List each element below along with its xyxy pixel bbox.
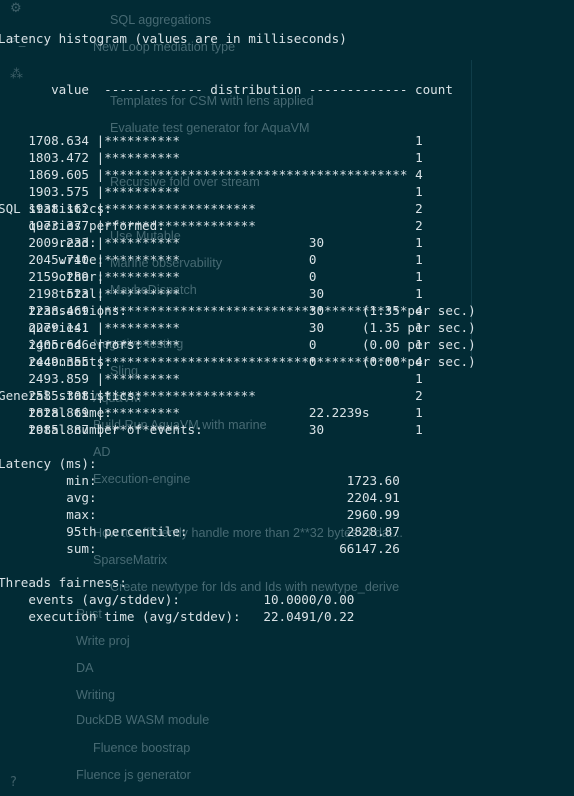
output-line: total number of events: 30 xyxy=(0,422,325,437)
histogram-row: 1803.472 |********** 1 xyxy=(0,149,574,166)
histogram-bar: ********** xyxy=(104,150,181,165)
output-line: execution time (avg/stddev): 22.0491/0.2… xyxy=(0,609,355,624)
histogram-indent xyxy=(0,184,28,199)
histogram-bar: ********** xyxy=(104,184,181,199)
output-line: events (avg/stddev): 10.0000/0.00 xyxy=(0,592,355,607)
list-item[interactable]: DA xyxy=(76,661,94,675)
histogram-header: value ------------- distribution -------… xyxy=(0,82,453,97)
histogram-count: 1 xyxy=(415,269,423,284)
help-icon: ? xyxy=(10,775,17,790)
output-line: total: 30 xyxy=(0,286,325,301)
terminal-output: Latency histogram (values are in millise… xyxy=(0,0,574,624)
histogram-separator: | xyxy=(89,371,105,386)
histogram-count: 2 xyxy=(415,201,423,216)
output-line: min: 1723.60 xyxy=(0,473,400,488)
histogram-value: 1803.472 xyxy=(28,150,90,165)
histogram-pad xyxy=(407,167,415,182)
histogram-count: 1 xyxy=(415,150,423,165)
output-line: Threads fairness: xyxy=(0,575,127,590)
histogram-value: 2493.859 xyxy=(28,371,90,386)
histogram-separator: | xyxy=(89,150,105,165)
histogram-separator: | xyxy=(89,167,105,182)
histogram-pad xyxy=(256,218,415,233)
output-line: reconnects: 0 (0.00 per sec.) xyxy=(0,354,476,369)
list-item[interactable]: Writing xyxy=(76,688,115,702)
histogram-count: 1 xyxy=(415,405,423,420)
histogram-count: 1 xyxy=(415,286,423,301)
histogram-row: 1869.605 |******************************… xyxy=(0,166,574,183)
list-item[interactable]: Write proj xyxy=(76,634,130,648)
histogram-indent xyxy=(0,133,28,148)
histogram-count: 2 xyxy=(415,218,423,233)
output-line: queries: 30 (1.35 per sec.) xyxy=(0,320,476,335)
output-line: write: 0 xyxy=(0,252,317,267)
histogram-count: 2 xyxy=(415,388,423,403)
histogram-pad xyxy=(180,133,415,148)
histogram-count: 1 xyxy=(415,133,423,148)
histogram-value: 1903.575 xyxy=(28,184,90,199)
histogram-bar: **************************************** xyxy=(104,167,408,182)
histogram-pad xyxy=(256,201,415,216)
histogram-count: 1 xyxy=(415,371,423,386)
histogram-indent xyxy=(0,167,28,182)
histogram-count: 1 xyxy=(415,184,423,199)
output-line: other: 0 xyxy=(0,269,317,284)
histogram-pad xyxy=(180,371,415,386)
histogram-separator: | xyxy=(89,133,105,148)
histogram-indent xyxy=(0,150,28,165)
list-item[interactable]: DuckDB WASM module xyxy=(76,713,209,727)
output-line: max: 2960.99 xyxy=(0,507,400,522)
output-line: read: 30 xyxy=(0,235,325,250)
histogram-pad xyxy=(180,184,415,199)
histogram-value: 1869.605 xyxy=(28,167,90,182)
histogram-pad xyxy=(256,388,415,403)
histogram-indent xyxy=(0,371,28,386)
list-item[interactable]: Fluence js generator xyxy=(76,768,191,782)
histogram-title: Latency histogram (values are in millise… xyxy=(0,31,347,46)
output-line: Latency (ms): xyxy=(0,456,97,471)
histogram-row: 1708.634 |********** 1 xyxy=(0,132,574,149)
output-line: total time: 22.2239s xyxy=(0,405,370,420)
output-line: transactions: 30 (1.35 per sec.) xyxy=(0,303,476,318)
histogram-rows: 1708.634 |********** 1 1803.472 |*******… xyxy=(0,132,574,437)
output-line: avg: 2204.91 xyxy=(0,490,400,505)
histogram-pad xyxy=(180,150,415,165)
histogram-count: 1 xyxy=(415,235,423,250)
output-line: ignored errors: 0 (0.00 per sec.) xyxy=(0,337,476,352)
histogram-bar: ********** xyxy=(104,133,181,148)
histogram-count: 1 xyxy=(415,252,423,267)
histogram-bar: ******************** xyxy=(104,201,256,216)
list-item[interactable]: Fluence boostrap xyxy=(93,741,190,755)
histogram-value: 1708.634 xyxy=(28,133,90,148)
histogram-count: 1 xyxy=(415,422,423,437)
histogram-count: 4 xyxy=(415,167,423,182)
histogram-separator: | xyxy=(89,184,105,199)
output-line: 95th percentile: 2828.87 xyxy=(0,524,400,539)
output-line: sum: 66147.26 xyxy=(0,541,400,556)
histogram-bar: ********** xyxy=(104,371,181,386)
